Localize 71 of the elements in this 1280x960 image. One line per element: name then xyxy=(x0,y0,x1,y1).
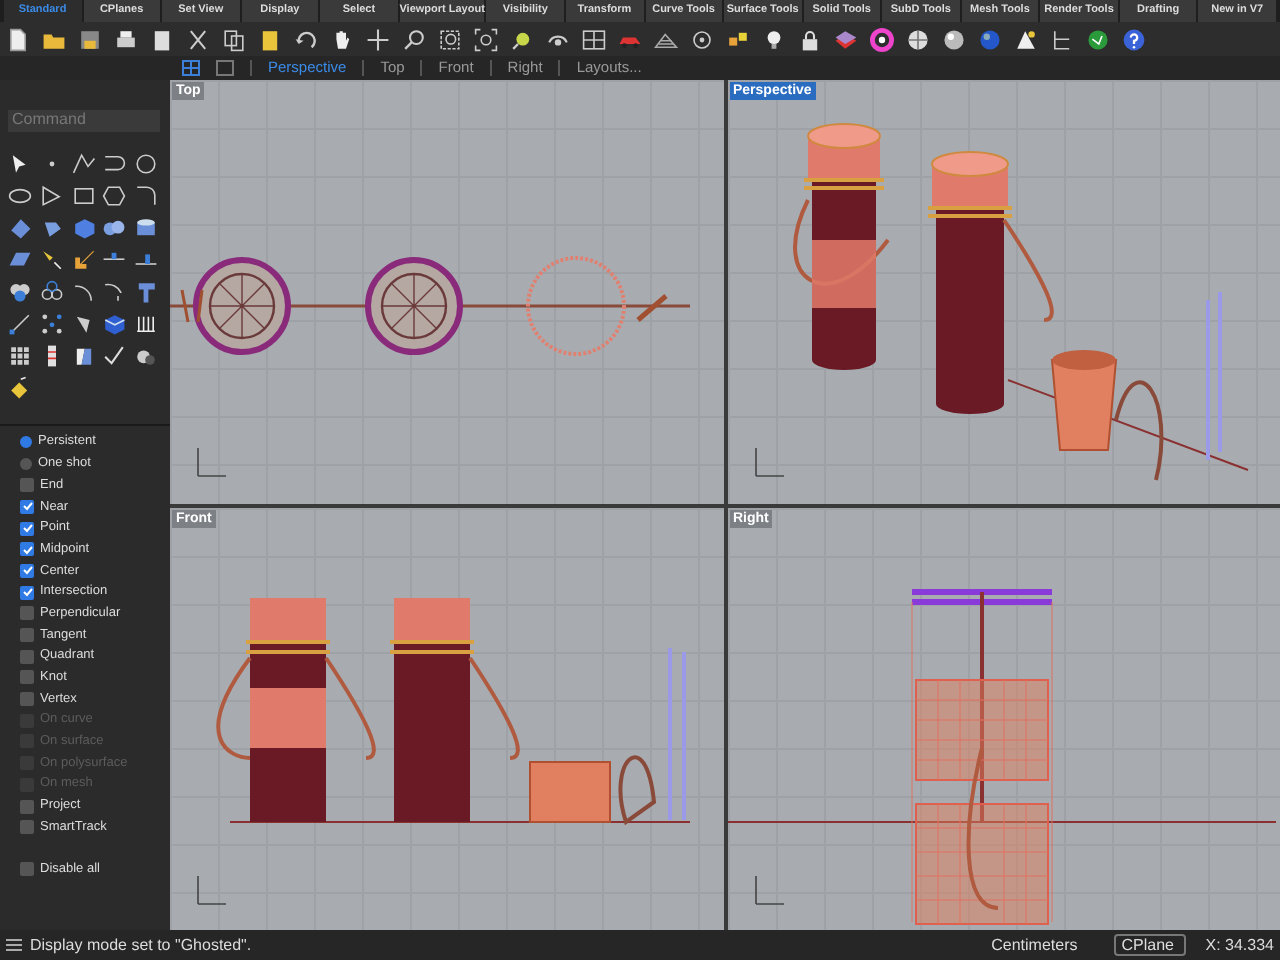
single-view-icon[interactable] xyxy=(216,60,234,76)
layer-icon[interactable] xyxy=(834,27,858,51)
list-icon[interactable] xyxy=(6,938,22,952)
hierarchy-icon[interactable] xyxy=(1050,27,1074,51)
status-message: Display mode set to "Ghosted". xyxy=(30,933,254,957)
axis-icon xyxy=(197,447,227,477)
points-icon[interactable] xyxy=(39,312,64,336)
check-icon[interactable] xyxy=(102,344,127,368)
viewport-grid-icon[interactable] xyxy=(582,27,606,51)
checkbox[interactable] xyxy=(20,799,34,814)
checkbox[interactable] xyxy=(20,521,34,536)
polyline-icon[interactable] xyxy=(71,152,96,176)
lock-icon[interactable] xyxy=(798,27,822,51)
lightbulb-icon[interactable] xyxy=(762,27,786,51)
plane-icon[interactable] xyxy=(8,248,32,272)
undo-icon[interactable] xyxy=(294,27,318,51)
surface-icon[interactable] xyxy=(8,216,32,240)
coordinates-readout: X: 34.334 xyxy=(1205,933,1274,957)
move-icon[interactable] xyxy=(366,27,390,51)
checkbox[interactable] xyxy=(20,861,34,876)
scissors-icon[interactable] xyxy=(186,27,210,51)
checkbox[interactable] xyxy=(20,649,34,664)
checkbox[interactable] xyxy=(20,628,34,643)
color-wheel-icon[interactable] xyxy=(870,27,894,51)
comb-icon[interactable] xyxy=(134,312,159,336)
circle-icon[interactable] xyxy=(134,152,159,176)
checkbox[interactable] xyxy=(20,670,34,685)
checkbox[interactable] xyxy=(20,820,34,835)
rectangle-icon[interactable] xyxy=(71,184,96,208)
zoom-window-icon[interactable] xyxy=(438,27,462,51)
checkbox[interactable] xyxy=(20,606,34,621)
fillet-icon[interactable] xyxy=(134,184,159,208)
cylinder-icon[interactable] xyxy=(134,216,159,240)
circles-icon[interactable] xyxy=(39,280,64,304)
save-icon[interactable] xyxy=(78,27,102,51)
polygon-icon[interactable] xyxy=(102,184,127,208)
box-icon[interactable] xyxy=(71,216,96,240)
dimension-icon[interactable] xyxy=(8,312,32,336)
axis-icon xyxy=(754,447,784,477)
units-label[interactable]: Centimeters xyxy=(991,933,1078,957)
target-icon[interactable] xyxy=(690,27,714,51)
hand-icon[interactable] xyxy=(330,27,354,51)
checkbox[interactable] xyxy=(20,542,34,557)
checkbox[interactable] xyxy=(20,692,34,707)
command-field[interactable]: Command xyxy=(8,109,160,131)
radio-button[interactable] xyxy=(20,436,32,449)
sphere-icon[interactable] xyxy=(978,27,1002,51)
curve-icon[interactable] xyxy=(102,152,127,176)
axis-icon xyxy=(197,874,227,904)
checkbox[interactable] xyxy=(20,478,34,493)
four-view-icon[interactable] xyxy=(182,60,200,76)
checkbox[interactable] xyxy=(20,585,34,600)
axis-icon xyxy=(754,874,784,904)
copy-icon[interactable] xyxy=(222,27,246,51)
radio-button[interactable] xyxy=(20,458,32,471)
zoom-extents-icon[interactable] xyxy=(474,27,498,51)
grid-icon[interactable] xyxy=(8,344,32,368)
checkbox[interactable] xyxy=(20,563,34,578)
zoom-icon[interactable] xyxy=(402,27,426,51)
cplane-dropdown[interactable]: CPlane xyxy=(1113,934,1186,956)
help-icon[interactable] xyxy=(1122,27,1146,51)
new-file-icon[interactable] xyxy=(6,27,30,51)
ellipse-icon[interactable] xyxy=(8,184,32,208)
cube-icon[interactable] xyxy=(102,312,127,336)
sphere-icon[interactable] xyxy=(906,27,930,51)
checkbox[interactable] xyxy=(20,499,34,514)
arrow-icon[interactable] xyxy=(71,248,96,272)
spheres-icon[interactable] xyxy=(102,216,127,240)
sphere-icon[interactable] xyxy=(942,27,966,51)
printer-icon[interactable] xyxy=(114,27,138,51)
zoom-selected-icon[interactable] xyxy=(510,27,534,51)
